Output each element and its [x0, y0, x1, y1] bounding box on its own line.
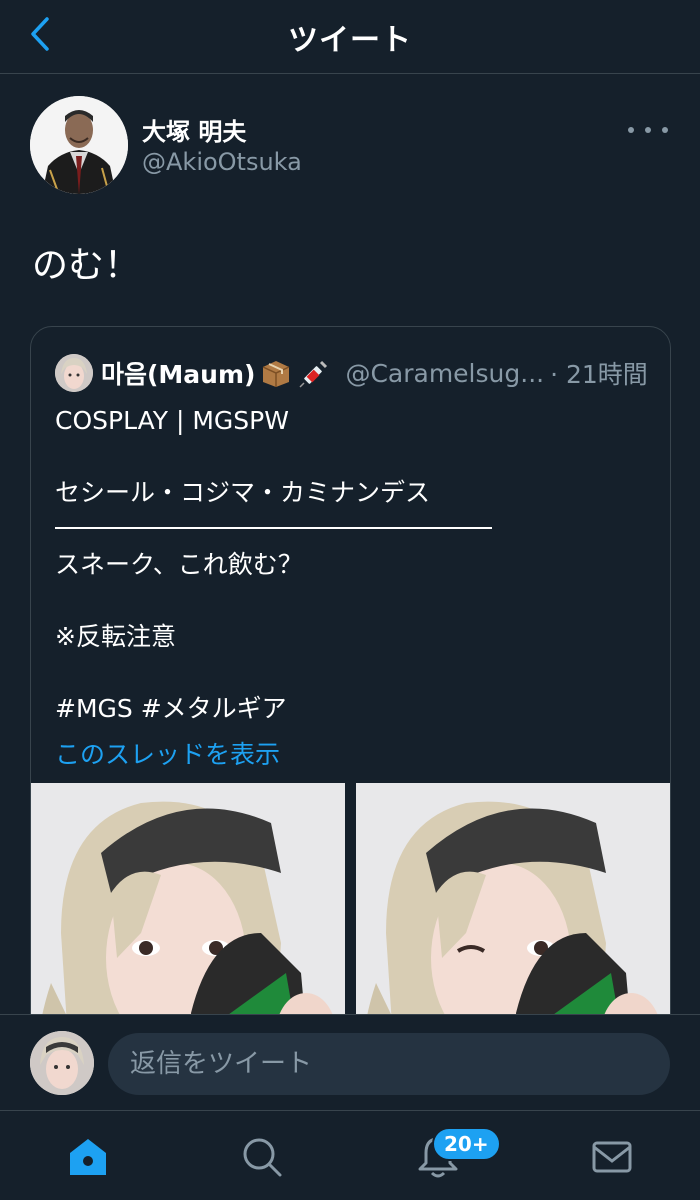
page-title: ツイート [288, 22, 412, 58]
author-handle[interactable]: @AkioOtsuka [142, 148, 302, 176]
quoted-line: COSPLAY | MGSPW [55, 406, 289, 435]
author-name[interactable]: 大塚 明夫 [142, 112, 246, 147]
quoted-avatar [55, 354, 93, 392]
top-bar: ツイート [0, 0, 700, 74]
search-icon [243, 1138, 282, 1177]
more-dot [628, 127, 634, 133]
user-avatar[interactable] [30, 1031, 94, 1095]
chevron-left-icon [31, 17, 49, 51]
quoted-handle: @Caramelsug... [345, 358, 545, 388]
tab-home[interactable] [66, 1135, 110, 1179]
quoted-text: COSPLAY | MGSPW セシール・コジマ・カミナンデス スネーク、これ飲… [55, 403, 655, 727]
package-emoji-icon [263, 361, 290, 387]
quoted-time: · 21時間 [550, 360, 648, 389]
home-icon [70, 1139, 106, 1175]
tab-search[interactable] [240, 1135, 284, 1179]
messages-icon [592, 1141, 632, 1173]
quoted-header: 마음(Maum) @Caramelsug... · 21時間 [55, 353, 655, 393]
tab-messages[interactable] [590, 1135, 634, 1179]
author-avatar[interactable] [30, 96, 128, 194]
syringe-emoji-icon [299, 360, 328, 388]
reply-bar [0, 1014, 700, 1110]
quoted-line: セシール・コジマ・カミナンデス [55, 478, 431, 507]
quoted-line: ※反転注意 [55, 622, 176, 651]
quoted-hashtags[interactable]: #MGS #メタルギア [55, 691, 655, 727]
reply-input[interactable] [108, 1033, 670, 1095]
more-dot [645, 127, 651, 133]
quoted-name: 마음(Maum) [101, 360, 256, 389]
more-options-button[interactable] [628, 120, 668, 140]
quoted-tweet[interactable]: 마음(Maum) @Caramelsug... · 21時間 COSPLAY |… [30, 326, 671, 1086]
quoted-line: スネーク、これ飲む？ [55, 550, 303, 579]
tweet-author: 大塚 明夫 @AkioOtsuka [30, 96, 670, 196]
show-thread-link[interactable]: このスレッドを表示 [55, 735, 280, 771]
notification-badge: 20+ [432, 1127, 501, 1161]
more-dot [662, 127, 668, 133]
tweet-text: のむ！ [32, 245, 141, 286]
tab-bar: 20+ [0, 1110, 700, 1200]
divider-line [55, 527, 492, 529]
back-button[interactable] [18, 12, 62, 56]
